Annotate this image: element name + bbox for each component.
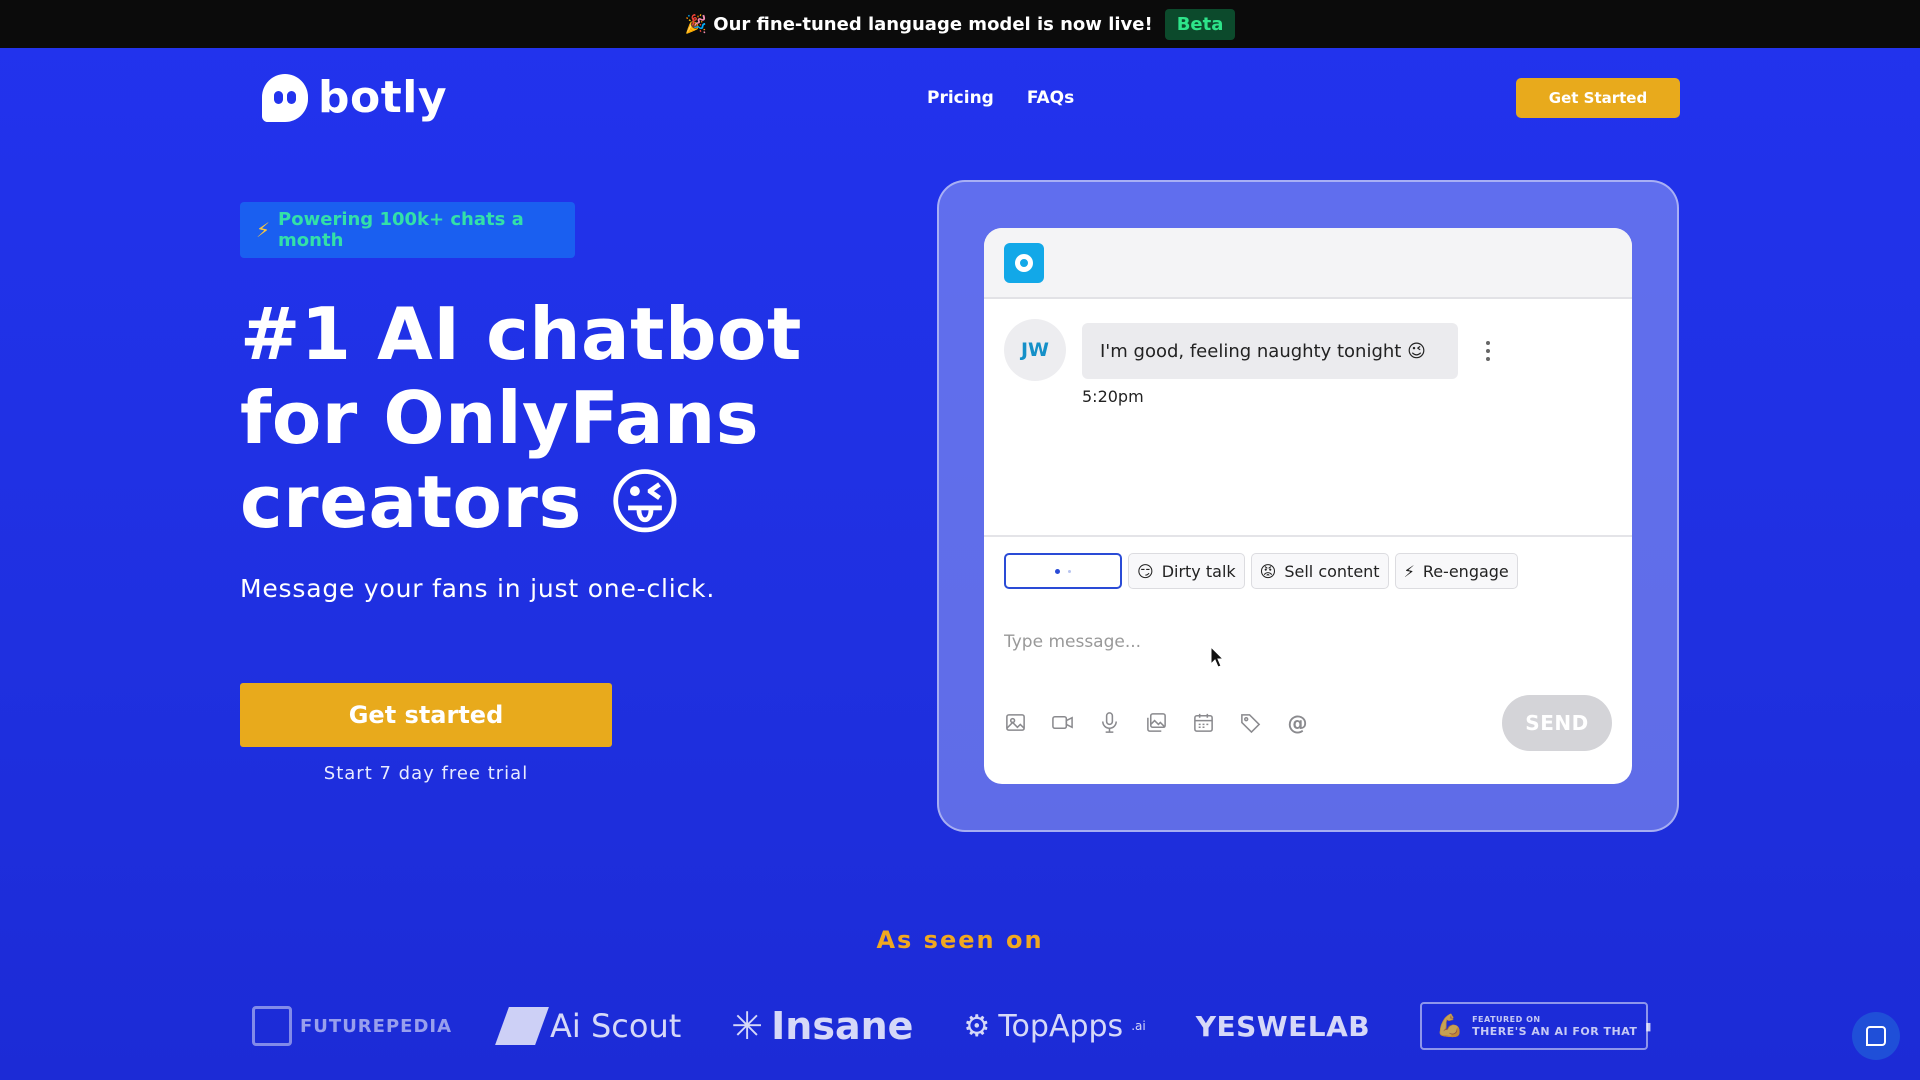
stats-pill: ⚡ Powering 100k+ chats a month xyxy=(240,202,575,258)
theres-an-ai-for-that-badge[interactable]: 💪 FEATURED ON THERE'S AN AI FOR THAT ▮ xyxy=(1420,1002,1652,1050)
loading-dot-icon xyxy=(1068,569,1071,573)
chip-sell-content[interactable]: 😡 Sell content xyxy=(1250,553,1389,589)
chat-demo-card: JW I'm good, feeling naughty tonight 😉 5… xyxy=(984,228,1632,784)
support-chat-widget[interactable] xyxy=(1852,1012,1900,1060)
press-logos: FUTUREPEDIA Ai Scout ✳ Insane ⚙ TopApps … xyxy=(252,996,1672,1056)
message-text: I'm good, feeling naughty tonight 😉 xyxy=(1100,340,1426,362)
nav-link-faqs[interactable]: FAQs xyxy=(1027,88,1074,108)
mouse-cursor-icon xyxy=(1210,646,1224,668)
image-icon[interactable] xyxy=(1004,711,1027,734)
bookmark-icon: ▮ xyxy=(1645,1019,1652,1033)
send-button[interactable]: SEND xyxy=(1502,695,1612,751)
as-seen-on-title: As seen on xyxy=(876,926,1044,954)
hero-get-started-button[interactable]: Get started xyxy=(240,683,612,747)
openai-knot-icon: ⚙ xyxy=(963,1008,991,1044)
message-time: 5:20pm xyxy=(1082,387,1144,406)
smirk-emoji-icon: 😏 xyxy=(1137,561,1154,581)
onlyfans-icon xyxy=(1004,243,1044,283)
stats-pill-text: Powering 100k+ chats a month xyxy=(278,209,524,251)
network-node-icon: ✳ xyxy=(731,1004,764,1048)
hero-title: #1 AI chatbot for OnlyFans creators 😜 xyxy=(240,292,802,544)
microphone-icon[interactable] xyxy=(1098,711,1121,734)
loading-dot-icon xyxy=(1055,568,1060,574)
lightning-icon: ⚡ xyxy=(256,218,271,242)
ai-scout-logo[interactable]: Ai Scout xyxy=(495,1007,681,1045)
hero-subtitle: Message your fans in just one-click. xyxy=(240,574,716,603)
topapps-logo[interactable]: ⚙ TopApps .ai xyxy=(963,1009,1145,1044)
more-options-icon[interactable] xyxy=(1484,341,1492,361)
chip-label: Sell content xyxy=(1284,561,1380,581)
loading-chip[interactable] xyxy=(1004,553,1122,589)
chip-dirty-talk[interactable]: 😏 Dirty talk xyxy=(1128,553,1245,589)
avatar: JW xyxy=(1004,319,1066,381)
arm-icon: 💪 xyxy=(1436,1013,1465,1039)
chip-label: Dirty talk xyxy=(1161,561,1236,581)
chat-bubble-logo-icon xyxy=(262,73,308,122)
announcement-text: 🎉 Our fine-tuned language model is now l… xyxy=(684,13,1153,35)
logo-text: botly xyxy=(318,72,448,123)
chip-label: Re-engage xyxy=(1422,561,1509,581)
botly-logo[interactable]: botly xyxy=(262,72,447,123)
nav-link-pricing[interactable]: Pricing xyxy=(927,88,994,108)
gallery-icon[interactable] xyxy=(1145,711,1168,734)
calendar-icon[interactable] xyxy=(1192,711,1215,734)
message-area: JW I'm good, feeling naughty tonight 😉 5… xyxy=(984,301,1632,537)
trial-note: Start 7 day free trial xyxy=(323,763,529,784)
ai-scout-mark-icon xyxy=(495,1007,549,1045)
video-icon[interactable] xyxy=(1051,711,1074,734)
futurepedia-mark-icon xyxy=(252,1006,292,1046)
yeswelab-logo[interactable]: YESWELAB xyxy=(1196,1010,1370,1043)
chip-re-engage[interactable]: ⚡ Re-engage xyxy=(1394,553,1518,589)
futurepedia-logo[interactable]: FUTUREPEDIA xyxy=(252,1006,452,1046)
angry-emoji-icon: 😡 xyxy=(1259,561,1277,581)
reply-chips: 😏 Dirty talk 😡 Sell content ⚡ Re-engage xyxy=(1004,553,1518,589)
compose-toolbar: @ xyxy=(1004,711,1309,735)
lightning-icon: ⚡ xyxy=(1403,561,1415,581)
nav-links: Pricing FAQs xyxy=(927,88,1074,108)
announcement-bar: 🎉 Our fine-tuned language model is now l… xyxy=(0,0,1920,48)
nav-get-started-button[interactable]: Get Started xyxy=(1516,78,1680,118)
message-input[interactable] xyxy=(1004,622,1604,662)
beta-badge: Beta xyxy=(1164,8,1236,40)
message-bubble: I'm good, feeling naughty tonight 😉 xyxy=(1082,323,1458,379)
mention-icon[interactable]: @ xyxy=(1286,711,1309,735)
chat-header xyxy=(984,228,1632,299)
chat-icon xyxy=(1866,1026,1886,1046)
top-nav: botly Pricing FAQs Get Started xyxy=(0,48,1920,148)
insane-logo[interactable]: ✳ Insane xyxy=(731,1004,913,1048)
tag-icon[interactable] xyxy=(1239,711,1262,734)
